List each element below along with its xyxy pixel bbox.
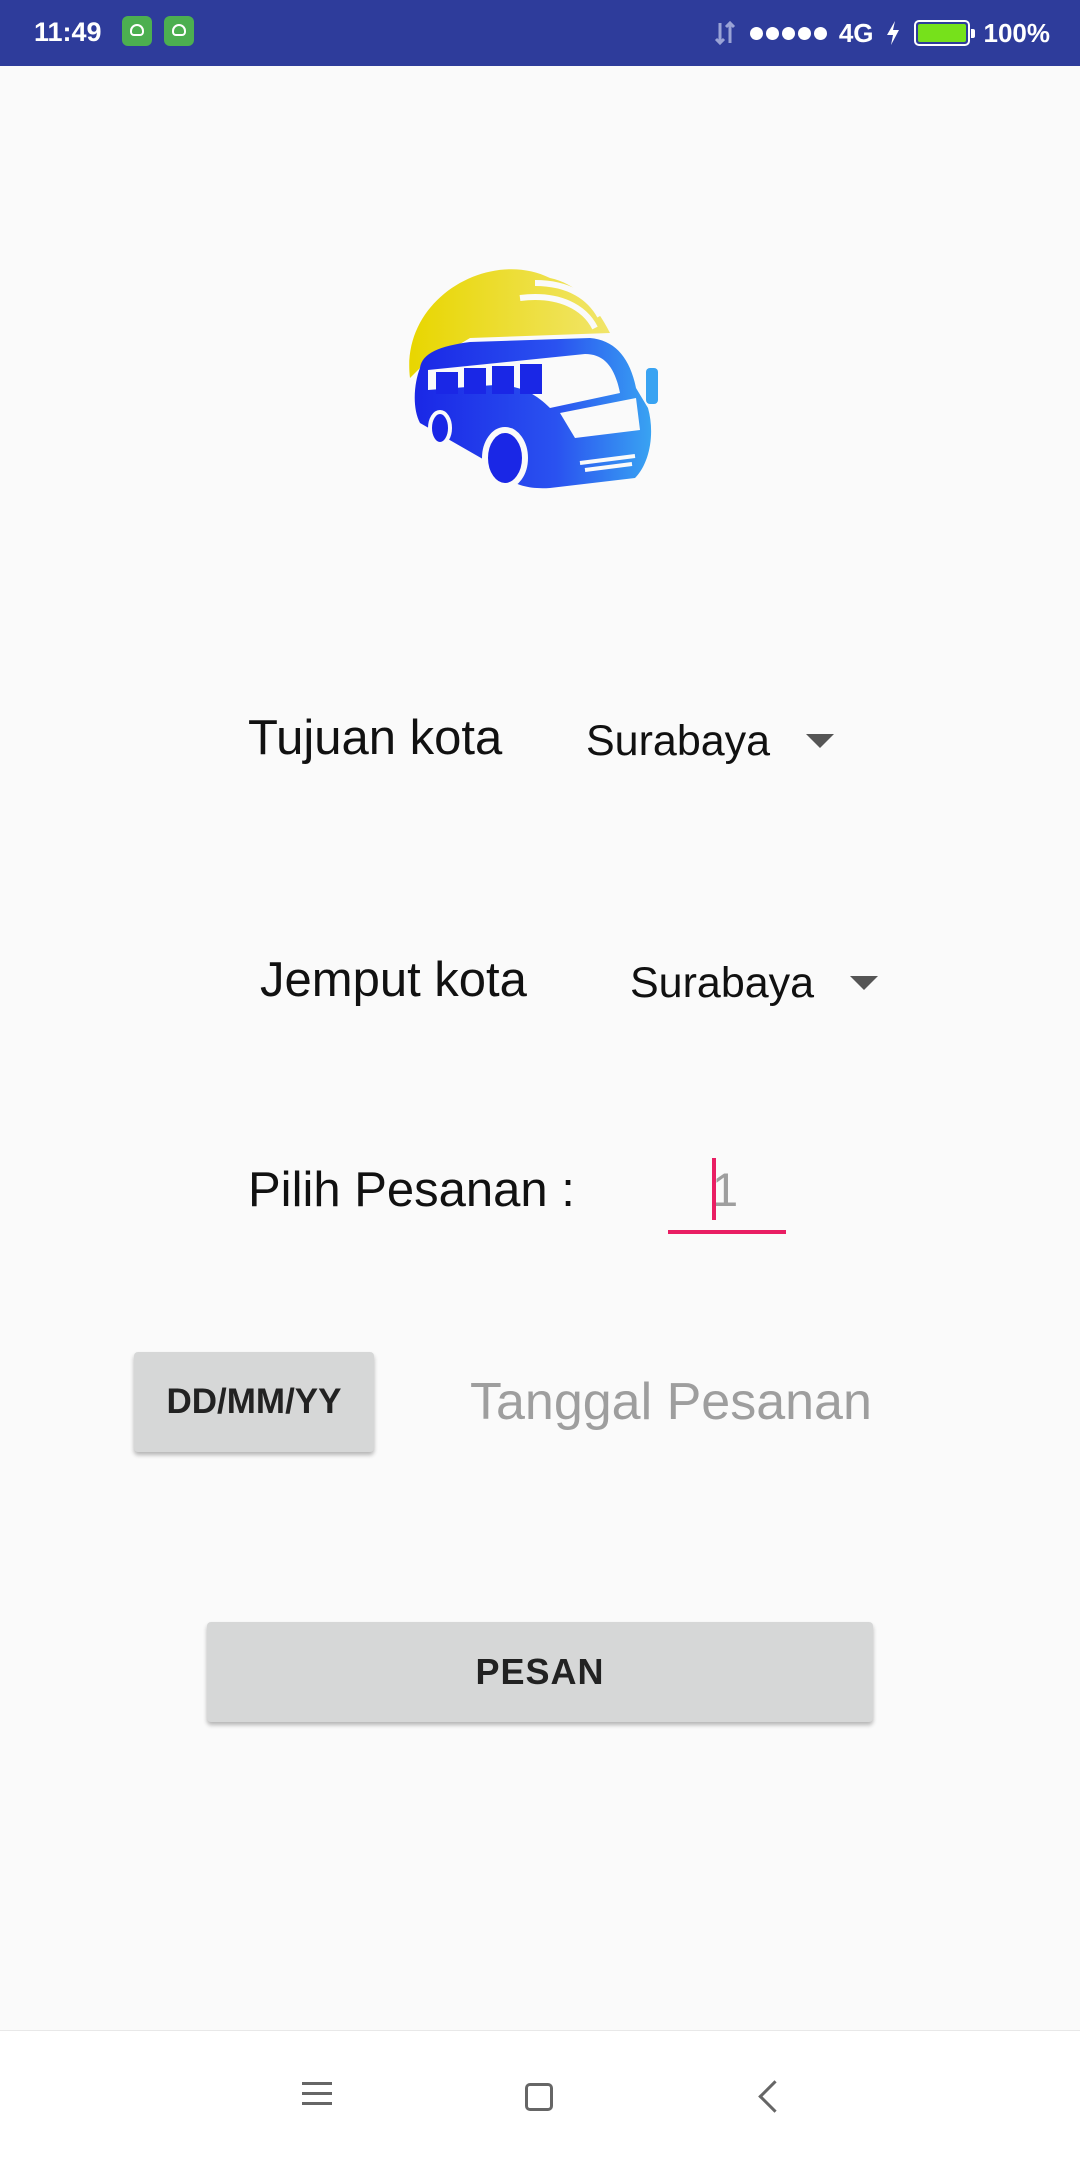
network-type: 4G [838,17,874,48]
status-indicators: 4G 100% [714,14,1050,52]
home-icon[interactable] [510,2071,570,2125]
charging-icon [886,21,899,45]
battery-icon [913,20,975,46]
destination-city-label: Tujuan kota [248,711,503,765]
status-bar: 11:49 4G 100% [0,0,1080,66]
pesan-button[interactable]: PESAN [207,1622,873,1722]
menu-icon[interactable] [288,2071,348,2125]
app-notification-icon [164,16,194,46]
signal-dots-icon [749,26,827,40]
navigation-bar [0,2030,1080,2161]
battery-fill [917,24,966,42]
destination-city-value: Surabaya [586,716,771,765]
pickup-city-spinner[interactable]: Surabaya [630,948,879,1018]
order-date-hint: Tanggal Pesanan [470,1373,872,1431]
dropdown-arrow-icon [850,976,879,990]
date-picker-button[interactable]: DD/MM/YY [134,1352,374,1452]
text-cursor [712,1158,716,1220]
data-transfer-icon [714,20,735,46]
app-notification-icon [122,16,152,46]
order-quantity-input[interactable]: 1 [668,1150,786,1234]
pickup-city-value: Surabaya [630,958,815,1007]
status-time: 11:49 [34,17,102,47]
back-icon[interactable] [738,2071,798,2125]
dropdown-arrow-icon [806,734,835,748]
bus-logo-icon [409,269,658,489]
battery-percent: 100% [983,17,1051,48]
order-quantity-label: Pilih Pesanan : [248,1163,575,1217]
destination-city-spinner[interactable]: Surabaya [586,706,835,776]
pickup-city-label: Jemput kota [260,953,527,1007]
